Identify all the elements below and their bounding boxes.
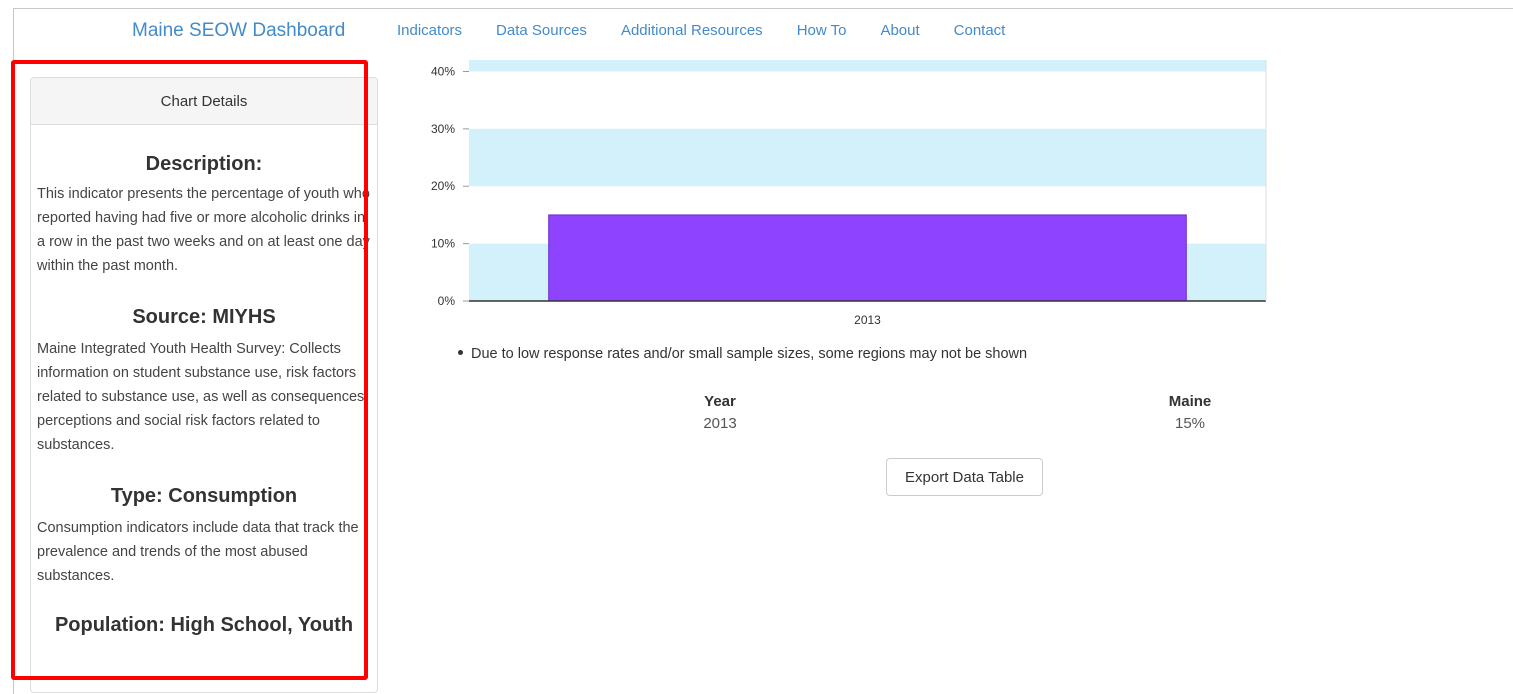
- table-header-maine: Maine: [1168, 393, 1212, 410]
- description-title: Description:: [145, 153, 263, 175]
- source-text: Maine Integrated Youth Health Survey: Co…: [37, 341, 369, 453]
- bar-chart: 0% 10% 20% 30% 40% 2013: [431, 60, 1267, 327]
- table-row: 2013 15%: [640, 413, 1260, 435]
- window-border-top: [13, 8, 1513, 9]
- y-tick-label-2: 20%: [431, 179, 455, 193]
- panel-body: Description: This indicator presents the…: [31, 125, 377, 637]
- panel-heading: Chart Details: [31, 78, 377, 125]
- table-cell-year: 2013: [703, 415, 737, 432]
- source-title: Source: MIYHS: [132, 306, 276, 328]
- chart-details-panel: Chart Details Description: This indicato…: [30, 77, 378, 693]
- chart-band-1: [469, 128, 1266, 187]
- nav-how-to[interactable]: How To: [797, 22, 847, 39]
- brand-link[interactable]: Maine SEOW Dashboard: [132, 20, 345, 42]
- top-nav: Indicators Data Sources Additional Resou…: [397, 22, 1039, 39]
- window-border-left: [13, 8, 14, 694]
- table-header-year: Year: [704, 393, 736, 410]
- y-tick-label-3: 30%: [431, 122, 455, 136]
- export-data-table-button[interactable]: Export Data Table: [886, 458, 1043, 496]
- nav-contact[interactable]: Contact: [954, 22, 1006, 39]
- nav-data-sources[interactable]: Data Sources: [496, 22, 587, 39]
- description-text: This indicator presents the percentage o…: [37, 186, 370, 274]
- bullet-icon: [458, 349, 463, 355]
- chart-band-2: [469, 60, 1266, 72]
- footnote-text: Due to low response rates and/or small s…: [471, 346, 1028, 362]
- footnote: Due to low response rates and/or small s…: [458, 346, 1027, 362]
- type-title: Type: Consumption: [110, 485, 298, 507]
- data-table: Year Maine 2013 15%: [640, 391, 1260, 435]
- type-text: Consumption indicators include data that…: [37, 520, 359, 584]
- table-header-row: Year Maine: [640, 391, 1260, 413]
- population-title: Population: High School, Youth: [54, 614, 354, 636]
- nav-about[interactable]: About: [880, 22, 919, 39]
- bar-2013: [548, 214, 1187, 302]
- y-tick-label-1: 10%: [431, 237, 455, 251]
- x-tick-label-0: 2013: [854, 313, 881, 327]
- y-tick-label-0: 0%: [438, 294, 456, 308]
- y-tick-label-4: 40%: [431, 64, 455, 78]
- nav-indicators[interactable]: Indicators: [397, 22, 462, 39]
- table-cell-maine: 15%: [1174, 415, 1206, 432]
- nav-additional-resources[interactable]: Additional Resources: [621, 22, 763, 39]
